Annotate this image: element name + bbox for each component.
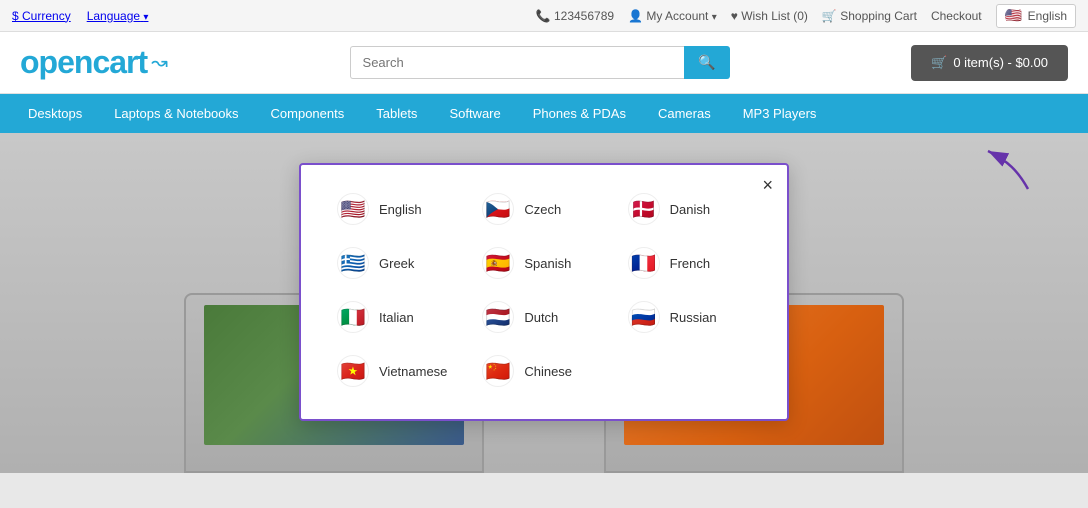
heart-icon: ♥: [731, 9, 738, 23]
flag-spanish: 🇪🇸: [482, 247, 514, 279]
language-item-greek[interactable]: 🇬🇷 Greek: [331, 243, 466, 283]
phone-icon: 📞: [536, 9, 551, 23]
flag-russian: 🇷🇺: [628, 301, 660, 333]
language-item-italian[interactable]: 🇮🇹 Italian: [331, 297, 466, 337]
language-selector[interactable]: Language ▾: [87, 9, 149, 23]
language-item-dutch[interactable]: 🇳🇱 Dutch: [476, 297, 611, 337]
logo-text: opencart: [20, 44, 147, 81]
flag-czech: 🇨🇿: [482, 193, 514, 225]
logo-cart-icon: ↝: [151, 50, 168, 75]
cart-icon: 🛒: [822, 9, 837, 23]
flag-french: 🇫🇷: [628, 247, 660, 279]
nav-item-mp3[interactable]: MP3 Players: [727, 94, 833, 133]
lang-label-dutch: Dutch: [524, 310, 558, 325]
lang-label-french: French: [670, 256, 710, 271]
lang-label-greek: Greek: [379, 256, 414, 271]
nav-item-laptops[interactable]: Laptops & Notebooks: [98, 94, 254, 133]
modal-close-button[interactable]: ×: [762, 175, 773, 196]
top-bar: $ Currency Language ▾ 📞 123456789 👤 My A…: [0, 0, 1088, 32]
nav-item-components[interactable]: Components: [255, 94, 361, 133]
flag-italian: 🇮🇹: [337, 301, 369, 333]
main-content: × 🇺🇸 English 🇨🇿 Czech 🇩🇰 Danish 🇬🇷 Greek…: [0, 133, 1088, 473]
search-bar: 🔍: [350, 46, 730, 79]
search-input[interactable]: [350, 46, 685, 79]
flag-dutch: 🇳🇱: [482, 301, 514, 333]
cart-button-icon: 🛒: [931, 55, 947, 71]
lang-label-english: English: [379, 202, 422, 217]
wish-list-link[interactable]: ♥ Wish List (0): [731, 9, 808, 23]
nav-item-desktops[interactable]: Desktops: [12, 94, 98, 133]
language-item-french[interactable]: 🇫🇷 French: [622, 243, 757, 283]
shopping-cart-link[interactable]: 🛒 Shopping Cart: [822, 9, 917, 23]
checkout-link[interactable]: Checkout: [931, 9, 982, 23]
current-language-label: English: [1028, 9, 1067, 23]
flag-vietnamese: 🇻🇳: [337, 355, 369, 387]
language-item-czech[interactable]: 🇨🇿 Czech: [476, 189, 611, 229]
flag-danish: 🇩🇰: [628, 193, 660, 225]
phone-link[interactable]: 📞 123456789: [536, 9, 614, 23]
language-grid: 🇺🇸 English 🇨🇿 Czech 🇩🇰 Danish 🇬🇷 Greek 🇪…: [331, 189, 757, 391]
nav-item-tablets[interactable]: Tablets: [360, 94, 433, 133]
user-icon: 👤: [628, 9, 643, 23]
search-button[interactable]: 🔍: [684, 46, 729, 79]
language-item-vietnamese[interactable]: 🇻🇳 Vietnamese: [331, 351, 466, 391]
us-flag-icon: 🇺🇸: [1005, 7, 1023, 25]
language-modal: × 🇺🇸 English 🇨🇿 Czech 🇩🇰 Danish 🇬🇷 Greek…: [299, 163, 789, 421]
language-item-spanish[interactable]: 🇪🇸 Spanish: [476, 243, 611, 283]
lang-label-russian: Russian: [670, 310, 717, 325]
lang-label-czech: Czech: [524, 202, 561, 217]
lang-label-vietnamese: Vietnamese: [379, 364, 447, 379]
header: opencart ↝ 🔍 🛒 0 item(s) - $0.00: [0, 32, 1088, 94]
currency-selector[interactable]: $ Currency: [12, 9, 71, 23]
top-bar-right: 📞 123456789 👤 My Account ▾ ♥ Wish List (…: [536, 4, 1076, 28]
lang-label-chinese: Chinese: [524, 364, 572, 379]
search-icon: 🔍: [698, 54, 715, 70]
language-item-chinese[interactable]: 🇨🇳 Chinese: [476, 351, 611, 391]
language-item-russian[interactable]: 🇷🇺 Russian: [622, 297, 757, 337]
nav-bar: Desktops Laptops & Notebooks Components …: [0, 94, 1088, 133]
lang-label-danish: Danish: [670, 202, 710, 217]
nav-item-cameras[interactable]: Cameras: [642, 94, 727, 133]
cart-button-label: 0 item(s) - $0.00: [953, 55, 1048, 70]
my-account-link[interactable]: 👤 My Account ▾: [628, 9, 717, 23]
language-item-english[interactable]: 🇺🇸 English: [331, 189, 466, 229]
nav-item-phones[interactable]: Phones & PDAs: [517, 94, 642, 133]
language-item-danish[interactable]: 🇩🇰 Danish: [622, 189, 757, 229]
top-bar-left: $ Currency Language ▾: [12, 9, 148, 23]
current-language-display[interactable]: 🇺🇸 English: [996, 4, 1076, 28]
lang-label-spanish: Spanish: [524, 256, 571, 271]
lang-label-italian: Italian: [379, 310, 414, 325]
flag-chinese: 🇨🇳: [482, 355, 514, 387]
flag-greek: 🇬🇷: [337, 247, 369, 279]
logo[interactable]: opencart ↝: [20, 44, 168, 81]
flag-english: 🇺🇸: [337, 193, 369, 225]
cart-button[interactable]: 🛒 0 item(s) - $0.00: [911, 45, 1068, 81]
nav-item-software[interactable]: Software: [433, 94, 516, 133]
